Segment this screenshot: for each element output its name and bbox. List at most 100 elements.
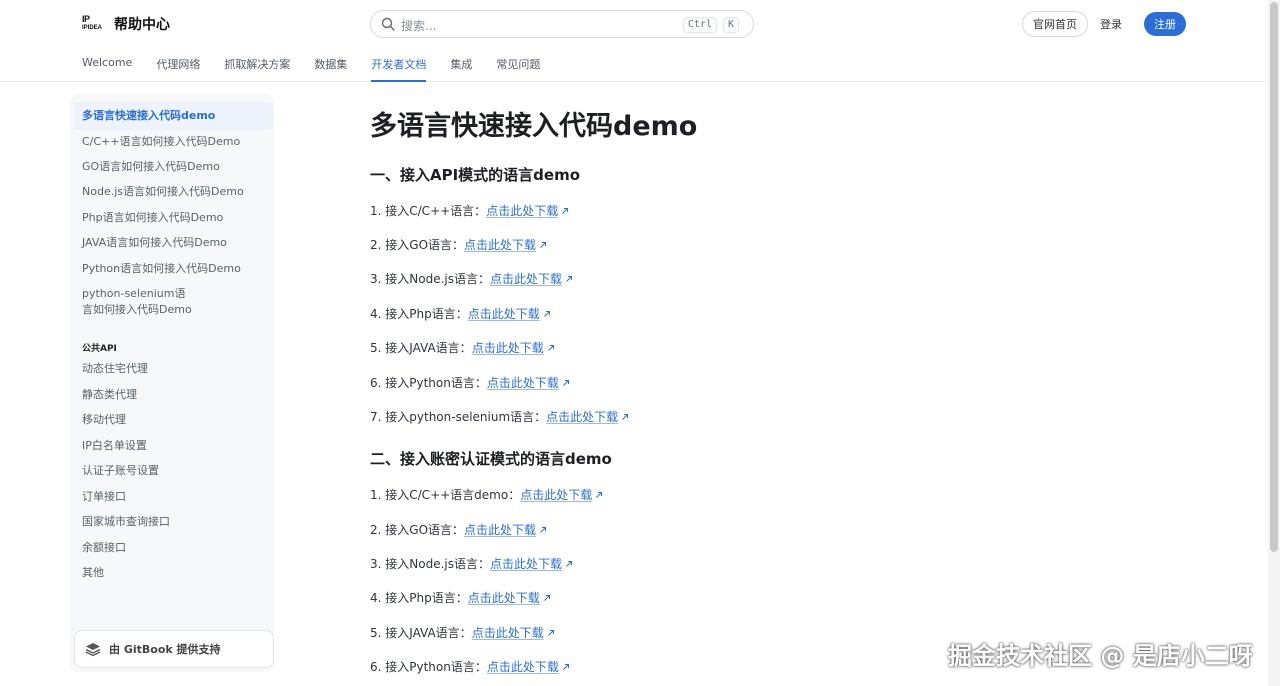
sidebar-item-python-selenium[interactable]: python-selenium语言如何接入代码Demo: [82, 286, 192, 318]
external-link-icon: [563, 663, 569, 670]
download-link[interactable]: 点击此处下载: [490, 555, 562, 572]
external-link-icon: [622, 413, 629, 420]
download-link[interactable]: 点击此处下载: [468, 305, 540, 322]
list-item: 6. 接入Python语言： 点击此处下载: [370, 374, 570, 391]
tab-welcome[interactable]: Welcome: [82, 56, 132, 82]
list-item-text: 1. 接入C/C++语言：: [370, 204, 487, 218]
search-icon: [381, 17, 395, 31]
list-item: 5. 接入JAVA语言： 点击此处下载: [370, 339, 555, 356]
list-item: 4. 接入Php语言： 点击此处下载: [370, 305, 551, 322]
sidebar-section-public-api: 公共API: [82, 344, 117, 354]
list-item: 4. 接入Php语言： 点击此处下载: [370, 589, 551, 606]
sidebar-item-php[interactable]: Php语言如何接入代码Demo: [82, 210, 262, 226]
list-item-text: 4. 接入Php语言：: [370, 591, 468, 605]
list-item-text: 1. 接入C/C++语言demo：: [370, 488, 521, 502]
juejin-watermark: 掘金技术社区 @ 是店小二呀: [948, 642, 1253, 670]
sidebar-item-residential-proxy[interactable]: 动态住宅代理: [82, 361, 262, 377]
logo-mark-text: IP: [82, 14, 90, 24]
sidebar-item-nodejs[interactable]: Node.js语言如何接入代码Demo: [82, 184, 262, 200]
external-link-icon: [543, 310, 550, 317]
list-item-text: 6. 接入Python语言：: [370, 660, 487, 674]
page-scrollbar[interactable]: [1268, 0, 1280, 686]
home-button[interactable]: 官网首页: [1022, 11, 1088, 37]
sidebar-item-ip-whitelist[interactable]: IP白名单设置: [82, 438, 262, 454]
list-item: 2. 接入GO语言： 点击此处下载: [370, 236, 547, 253]
download-link[interactable]: 点击此处下载: [472, 624, 544, 641]
list-item: 1. 接入C/C++语言demo： 点击此处下载: [370, 486, 603, 503]
shortcut-k-key: K: [722, 17, 739, 33]
list-item-text: 3. 接入Node.js语言：: [370, 557, 490, 571]
list-item: 3. 接入Node.js语言： 点击此处下载: [370, 555, 573, 572]
tab-datasets[interactable]: 数据集: [314, 56, 347, 82]
list-item: 6. 接入Python语言： 点击此处下载: [370, 658, 570, 675]
download-link[interactable]: 点击此处下载: [486, 202, 558, 219]
list-item-text: 3. 接入Node.js语言：: [370, 272, 490, 286]
sidebar: 多语言快速接入代码demo C/C++语言如何接入代码Demo GO语言如何接入…: [70, 94, 274, 672]
download-link[interactable]: 点击此处下载: [464, 236, 536, 253]
list-item-text: 4. 接入Php语言：: [370, 307, 468, 321]
sidebar-item-balance-api[interactable]: 余额接口: [82, 540, 262, 556]
ipidea-logo-icon: IP IPIDEA: [82, 14, 106, 34]
top-header: IP IPIDEA 帮助中心 搜索... Ctrl K 官网首页 登录 注册 W…: [0, 0, 1268, 82]
external-link-icon: [547, 629, 554, 636]
list-item: 5. 接入JAVA语言： 点击此处下载: [370, 624, 555, 641]
download-link[interactable]: 点击此处下载: [468, 589, 540, 606]
sidebar-item-order-api[interactable]: 订单接口: [82, 489, 262, 505]
download-link[interactable]: 点击此处下载: [520, 486, 592, 503]
external-link-icon: [596, 491, 603, 498]
list-item: 7. 接入python-selenium语言： 点击此处下载: [370, 408, 629, 425]
download-link[interactable]: 点击此处下载: [487, 658, 559, 675]
download-link[interactable]: 点击此处下载: [490, 270, 562, 287]
sidebar-item-country-city-api[interactable]: 国家城市查询接口: [82, 514, 262, 530]
powered-by-gitbook[interactable]: 由 GitBook 提供支持: [74, 630, 274, 668]
tab-proxy-network[interactable]: 代理网络: [156, 56, 200, 82]
download-link[interactable]: 点击此处下载: [472, 339, 544, 356]
external-link-icon: [547, 344, 554, 351]
external-link-icon: [540, 526, 547, 533]
tab-faq[interactable]: 常见问题: [496, 56, 540, 82]
sidebar-item-other[interactable]: 其他: [82, 565, 262, 581]
list-item-text: 7. 接入python-selenium语言：: [370, 410, 547, 424]
search-placeholder: 搜索...: [401, 19, 437, 33]
section-heading-auth-mode: 二、接入账密认证模式的语言demo: [370, 450, 612, 468]
search-bar[interactable]: 搜索... Ctrl K: [370, 10, 754, 38]
shortcut-ctrl-key: Ctrl: [682, 17, 717, 33]
download-link[interactable]: 点击此处下载: [464, 521, 536, 538]
sidebar-item-go[interactable]: GO语言如何接入代码Demo: [82, 159, 262, 175]
logo-sub-text: IPIDEA: [82, 25, 103, 31]
tab-integrations[interactable]: 集成: [450, 56, 472, 82]
sidebar-item-python[interactable]: Python语言如何接入代码Demo: [82, 261, 262, 277]
download-link[interactable]: 点击此处下载: [546, 408, 618, 425]
list-item: 1. 接入C/C++语言： 点击此处下载: [370, 202, 569, 219]
login-button[interactable]: 登录: [1100, 16, 1122, 32]
list-item-text: 6. 接入Python语言：: [370, 376, 487, 390]
sidebar-item-sub-account[interactable]: 认证子账号设置: [82, 463, 262, 479]
external-link-icon: [563, 379, 569, 386]
sidebar-item-static-proxy[interactable]: 静态类代理: [82, 387, 262, 403]
register-button[interactable]: 注册: [1144, 12, 1186, 36]
list-item-text: 5. 接入JAVA语言：: [370, 341, 472, 355]
list-item: 3. 接入Node.js语言： 点击此处下载: [370, 270, 573, 287]
sidebar-item-multilang-demo[interactable]: 多语言快速接入代码demo: [82, 108, 262, 124]
top-nav-tabs: Welcome 代理网络 抓取解决方案 数据集 开发者文档 集成 常见问题: [82, 56, 540, 82]
tab-scraping-solutions[interactable]: 抓取解决方案: [224, 56, 290, 82]
sidebar-item-cpp[interactable]: C/C++语言如何接入代码Demo: [82, 134, 262, 150]
sidebar-item-java[interactable]: JAVA语言如何接入代码Demo: [82, 235, 262, 251]
tab-developer-docs[interactable]: 开发者文档: [371, 56, 427, 82]
list-item-text: 2. 接入GO语言：: [370, 523, 465, 537]
external-link-icon: [566, 560, 572, 567]
list-item-text: 5. 接入JAVA语言：: [370, 626, 472, 640]
scrollbar-thumb[interactable]: [1270, 2, 1278, 552]
section-heading-api-mode: 一、接入API模式的语言demo: [370, 166, 581, 184]
page-title: 多语言快速接入代码demo: [370, 111, 698, 142]
external-link-icon: [562, 207, 569, 214]
download-link[interactable]: 点击此处下载: [487, 374, 559, 391]
external-link-icon: [566, 275, 572, 282]
logo[interactable]: IP IPIDEA 帮助中心: [82, 14, 170, 34]
site-title: 帮助中心: [114, 17, 170, 33]
list-item: 2. 接入GO语言： 点击此处下载: [370, 521, 547, 538]
sidebar-item-mobile-proxy[interactable]: 移动代理: [82, 412, 262, 428]
gitbook-label: 由 GitBook 提供支持: [109, 643, 221, 656]
gitbook-icon: [85, 643, 101, 657]
list-item-text: 2. 接入GO语言：: [370, 238, 465, 252]
